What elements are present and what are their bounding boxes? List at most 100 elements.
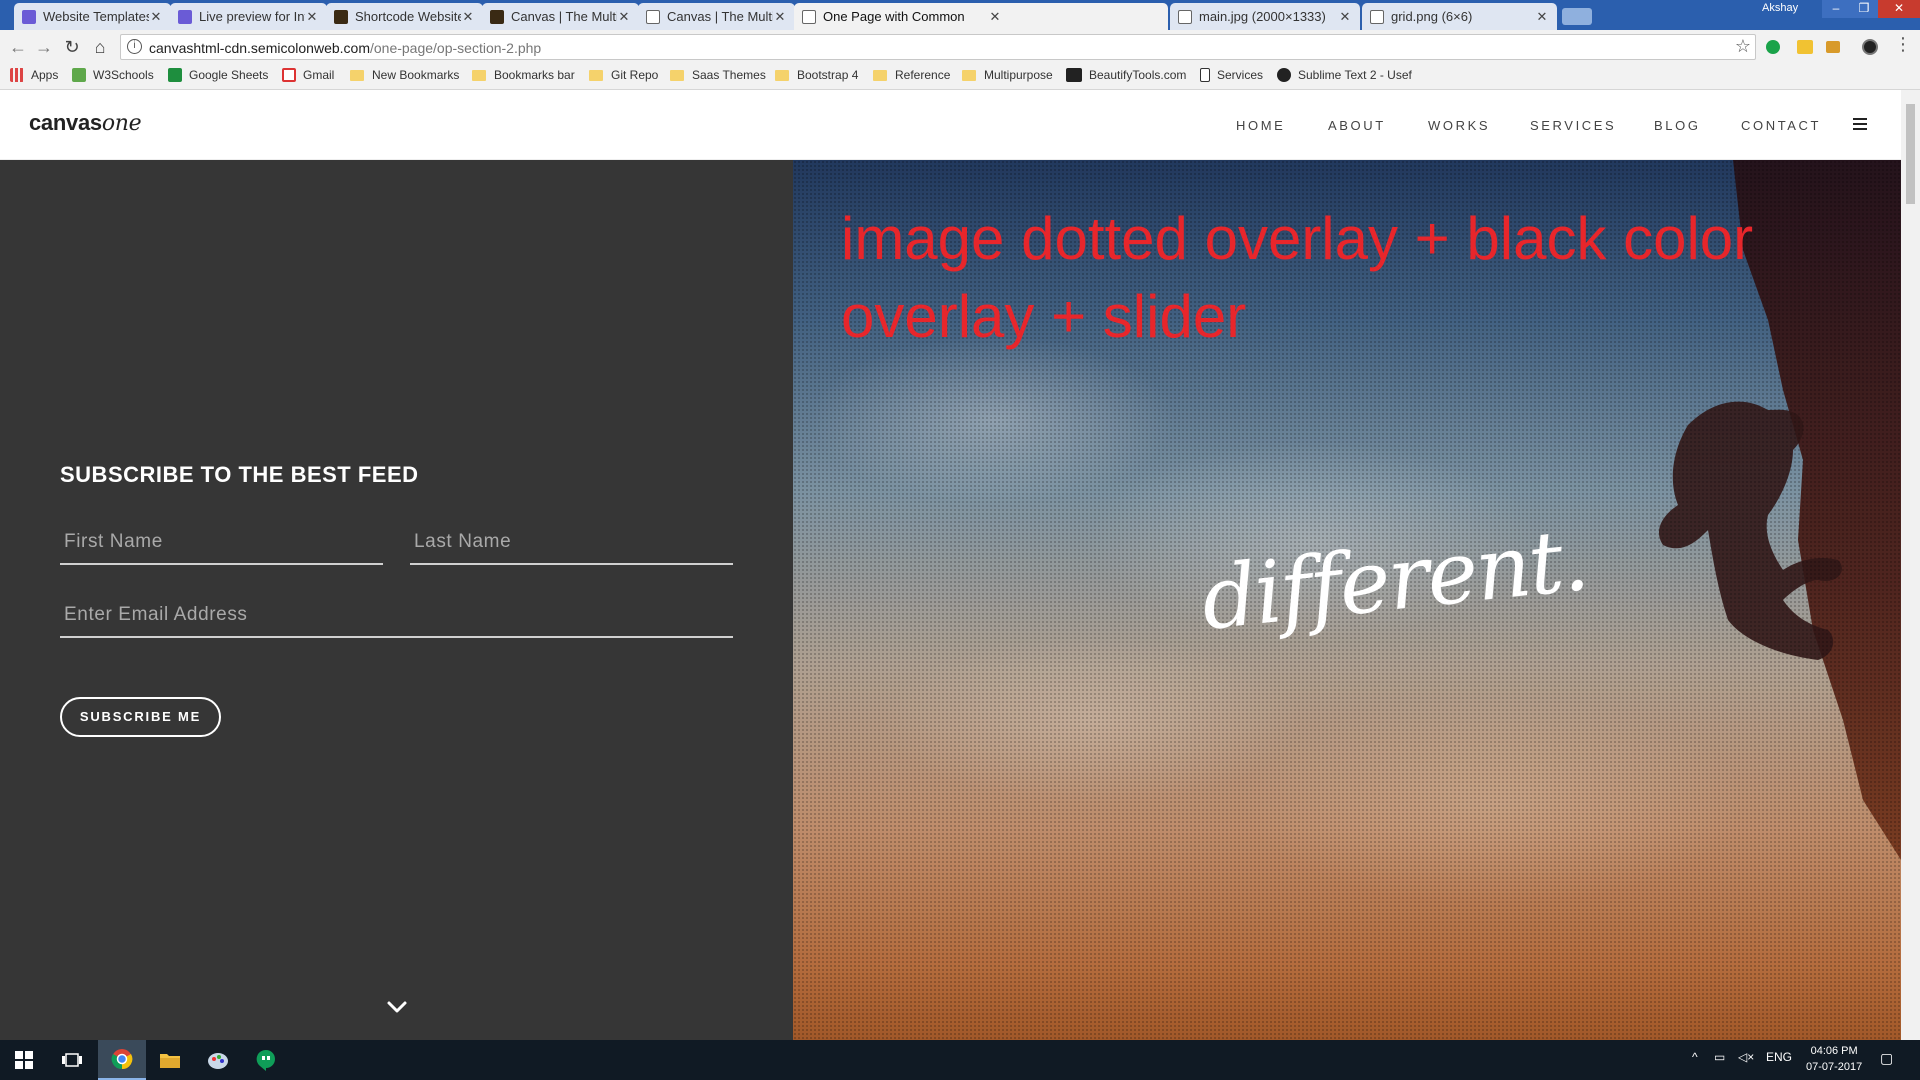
apps-grid-icon [10,68,24,82]
tab-title: Website Templates | Web [43,9,149,24]
first-name-input[interactable] [60,523,383,561]
browser-tab[interactable]: Canvas | The Multi-Purpo ✕ [638,3,795,30]
nav-services[interactable]: SERVICES [1530,118,1616,133]
windows-start-icon[interactable] [0,1040,48,1080]
chrome-menu-icon[interactable]: ⋮ [1894,34,1912,55]
language-indicator[interactable]: ENG [1766,1050,1792,1064]
bookmark-google-sheets[interactable]: Google Sheets [168,68,268,82]
bookmark-star-icon[interactable]: ☆ [1735,36,1751,57]
nav-home[interactable]: HOME [1236,118,1285,133]
bookmark-folder[interactable]: Git Repo [589,68,658,82]
bookmark-folder[interactable]: New Bookmarks [350,68,459,82]
tab-title: Canvas | The Multi-Purpo [667,9,773,24]
subscribe-button[interactable]: SUBSCRIBE ME [60,697,221,737]
browser-tab-strip: Website Templates | Web ✕ Live preview f… [0,0,1920,30]
reload-icon[interactable]: ↻ [60,35,84,59]
chrome-taskbar-icon[interactable] [98,1040,146,1080]
bookmark-folder[interactable]: Saas Themes [670,68,766,82]
close-icon[interactable]: ✕ [149,9,163,25]
tray-expand-icon[interactable]: ^ [1692,1050,1698,1064]
hangouts-icon[interactable] [242,1040,290,1080]
bookmark-services[interactable]: Services [1200,68,1263,82]
browser-tab[interactable]: main.jpg (2000×1333) ✕ [1170,3,1360,30]
nav-about[interactable]: ABOUT [1328,118,1386,133]
favicon-icon [178,9,192,24]
window-close-icon[interactable]: ✕ [1878,0,1920,18]
bookmark-folder[interactable]: Bookmarks bar [472,68,575,82]
file-explorer-icon[interactable] [146,1040,194,1080]
browser-tab[interactable]: Shortcode Website Temp ✕ [326,3,483,30]
subscribe-section: SUBSCRIBE TO THE BEST FEED SUBSCRIBE ME [0,160,793,1040]
task-view-icon[interactable] [48,1040,96,1080]
url-field[interactable]: i canvashtml-cdn.semicolonweb.com/one-pa… [120,34,1756,60]
nav-works[interactable]: WORKS [1428,118,1490,133]
page-scrollbar[interactable] [1901,90,1920,1040]
first-name-field[interactable] [60,523,383,565]
hero-slider[interactable]: image dotted overlay + black color overl… [793,160,1901,1040]
github-icon [1277,68,1291,82]
profile-name[interactable]: Akshay [1762,2,1798,14]
bookmark-folder[interactable]: Reference [873,68,950,82]
folder-icon [775,69,789,81]
email-input[interactable] [60,596,733,634]
bookmark-gmail[interactable]: Gmail [282,68,334,82]
bookmark-w3schools[interactable]: W3Schools [72,68,154,82]
extension-star-icon[interactable] [1797,40,1813,54]
scrollbar-thumb[interactable] [1906,104,1915,204]
bookmark-folder[interactable]: Bootstrap 4 [775,68,858,82]
document-icon [646,9,660,24]
last-name-input[interactable] [410,523,733,561]
windows-taskbar: ^ ▭ ◁× ENG 04:06 PM 07-07-2017 ▢ [0,1040,1920,1080]
folder-icon [873,69,887,81]
info-icon[interactable]: i [127,39,142,54]
close-icon[interactable]: ✕ [1338,9,1352,25]
chevron-down-icon[interactable] [386,1000,408,1014]
close-icon[interactable]: ✕ [305,9,319,25]
last-name-field[interactable] [410,523,733,565]
tab-title: Live preview for Intense [199,9,305,24]
network-icon[interactable]: ▭ [1714,1050,1725,1064]
url-text: canvashtml-cdn.semicolonweb.com/one-page… [149,40,542,56]
folder-icon [589,69,603,81]
overlay-annotation: image dotted overlay + black color overl… [841,205,1754,350]
browser-tab[interactable]: Website Templates | Web ✕ [14,3,171,30]
document-icon [1370,9,1384,24]
hamburger-menu-icon[interactable] [1853,118,1867,130]
bookmark-beautifytools[interactable]: BeautifyTools.com [1066,68,1186,82]
subscribe-title: SUBSCRIBE TO THE BEST FEED [60,462,419,487]
bookmark-apps[interactable]: Apps [10,68,58,82]
browser-tab-active[interactable]: One Page with Common ✕ [794,3,1168,30]
bookmark-folder[interactable]: Multipurpose [962,68,1053,82]
site-logo[interactable]: canvasone [29,110,142,136]
forward-arrow-icon[interactable]: → [32,35,56,59]
extension-dark-icon[interactable] [1862,39,1878,55]
paint-app-icon[interactable] [194,1040,242,1080]
back-arrow-icon[interactable]: ← [6,35,30,59]
home-icon[interactable]: ⌂ [88,35,112,59]
restore-icon[interactable]: ❐ [1850,0,1878,18]
extension-green-icon[interactable] [1766,40,1780,54]
nav-contact[interactable]: CONTACT [1741,118,1821,133]
bookmark-sublime[interactable]: Sublime Text 2 - Usef [1277,68,1412,82]
notifications-icon[interactable]: ▢ [1880,1050,1893,1067]
system-clock[interactable]: 04:06 PM 07-07-2017 [1806,1043,1862,1075]
browser-tab[interactable]: grid.png (6×6) ✕ [1362,3,1557,30]
volume-muted-icon[interactable]: ◁× [1738,1050,1754,1064]
browser-tab[interactable]: Canvas | The Multi-Purpo ✕ [482,3,639,30]
nav-blog[interactable]: BLOG [1654,118,1701,133]
document-icon [1178,9,1192,24]
document-icon [802,9,816,24]
close-icon[interactable]: ✕ [988,9,1002,25]
close-icon[interactable]: ✕ [461,9,475,25]
email-field[interactable] [60,596,733,638]
new-tab-button[interactable] [1562,8,1592,25]
close-icon[interactable]: ✕ [773,9,787,25]
extension-folder-icon[interactable] [1826,41,1840,53]
address-bar: ← → ↻ ⌂ i canvashtml-cdn.semicolonweb.co… [0,30,1920,64]
close-icon[interactable]: ✕ [617,9,631,25]
minimize-icon[interactable]: – [1822,0,1850,18]
close-icon[interactable]: ✕ [1535,9,1549,25]
gmail-icon [282,68,296,82]
browser-tab[interactable]: Live preview for Intense ✕ [170,3,327,30]
favicon-icon [334,9,348,24]
